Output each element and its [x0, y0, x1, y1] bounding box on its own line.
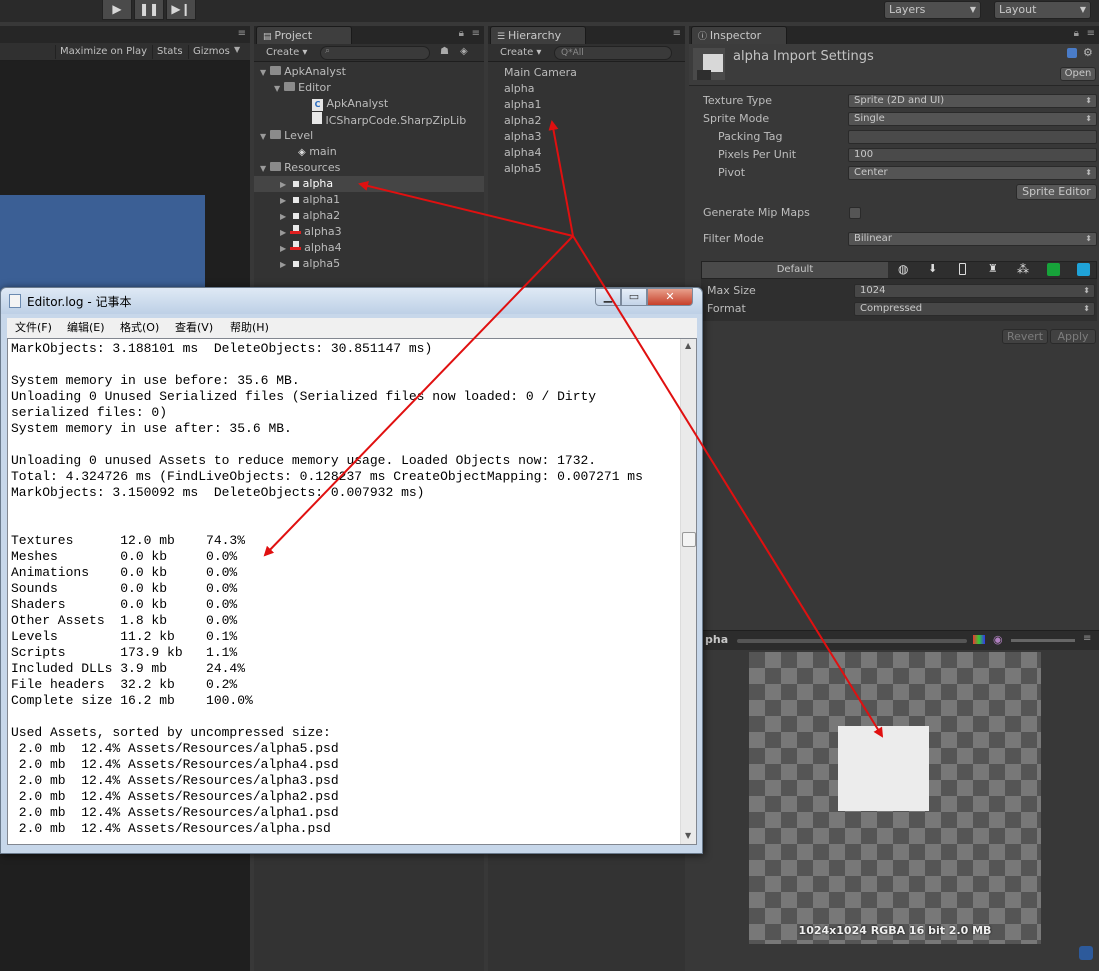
annotation-arrows	[263, 120, 884, 738]
arrow-to-project-alpha	[358, 181, 574, 237]
arrow-to-log-textures	[263, 235, 574, 557]
arrow-to-hierarchy-alpha2	[548, 120, 574, 237]
arrow-to-preview	[572, 235, 884, 738]
